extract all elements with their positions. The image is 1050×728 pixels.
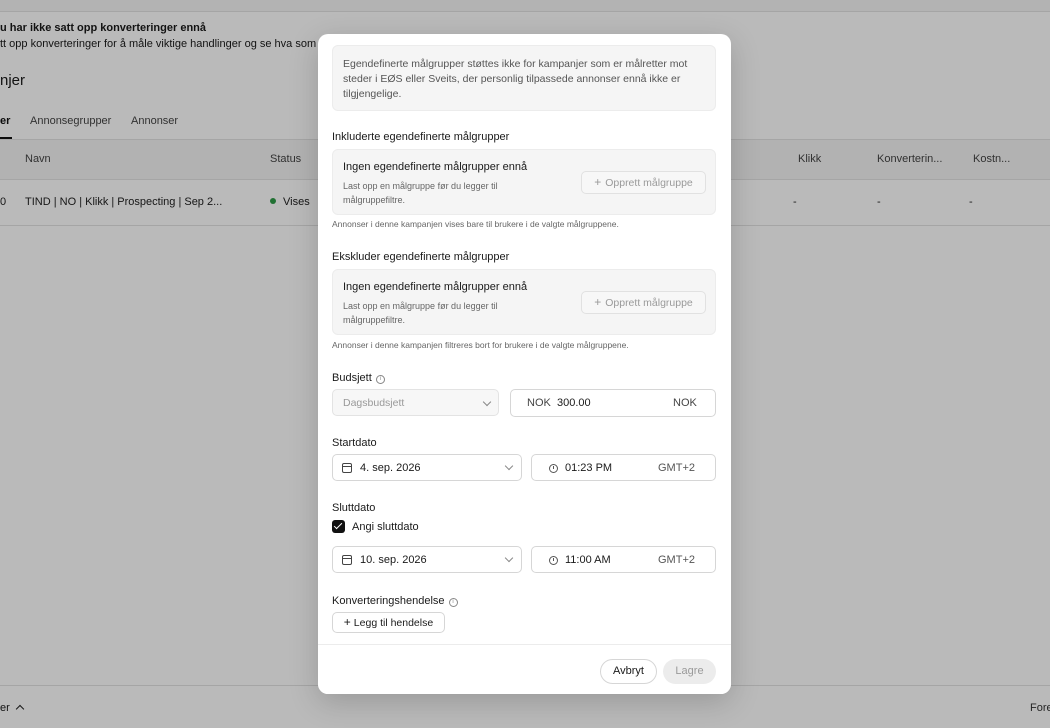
calendar-icon	[342, 463, 352, 473]
budget-amount-field[interactable]: NOK 300.00 NOK	[510, 389, 716, 417]
end-date-label: Sluttdato	[332, 502, 376, 514]
excluded-audiences-hint: Annonser i denne kampanjen filtreres bor…	[332, 340, 629, 350]
start-date-value: 4. sep. 2026	[360, 462, 421, 474]
create-audience-label: Opprett målgruppe	[605, 297, 693, 309]
start-time-value: 01:23 PM	[565, 462, 613, 474]
excluded-empty-title: Ingen egendefinerte målgrupper ennå	[343, 281, 528, 293]
set-end-date-checkbox[interactable]	[332, 520, 345, 533]
dialog-content[interactable]: Egendefinerte målgrupper støttes ikke fo…	[318, 34, 731, 644]
budget-label-text: Budsjett	[332, 372, 372, 384]
add-event-label: Legg til hendelse	[353, 617, 434, 629]
calendar-icon	[342, 555, 352, 565]
cancel-button[interactable]: Avbryt	[600, 659, 657, 684]
plus-icon: +	[594, 295, 602, 309]
currency-prefix: NOK	[527, 397, 551, 409]
chevron-down-icon	[482, 397, 492, 407]
included-audiences-box: Ingen egendefinerte målgrupper ennå Last…	[332, 149, 716, 215]
budget-type-select[interactable]: Dagsbudsjett	[332, 389, 499, 416]
create-audience-label: Opprett målgruppe	[605, 177, 693, 189]
budget-type-value: Dagsbudsjett	[343, 397, 405, 409]
excluded-empty-description: Last opp en målgruppe før du legger til …	[343, 301, 498, 325]
included-audiences-hint: Annonser i denne kampanjen vises bare ti…	[332, 219, 619, 229]
start-time-picker[interactable]: 01:23 PM GMT+2	[531, 454, 716, 481]
create-excluded-audience-button[interactable]: + Opprett målgruppe	[581, 291, 706, 314]
included-audiences-label: Inkluderte egendefinerte målgrupper	[332, 131, 510, 143]
budget-amount-value[interactable]: 300.00	[557, 397, 591, 409]
clock-icon	[549, 464, 558, 473]
clock-icon	[549, 556, 558, 565]
info-icon[interactable]: i	[448, 598, 458, 607]
included-empty-description: Last opp en målgruppe før du legger til …	[343, 181, 498, 205]
plus-icon: +	[343, 615, 351, 629]
excluded-audiences-label: Ekskluder egendefinerte målgrupper	[332, 251, 510, 263]
end-date-value: 10. sep. 2026	[360, 554, 427, 566]
end-time-value: 11:00 AM	[565, 554, 611, 566]
chevron-down-icon	[504, 553, 514, 563]
campaign-settings-dialog: Egendefinerte målgrupper støttes ikke fo…	[318, 34, 731, 694]
start-date-label: Startdato	[332, 437, 377, 449]
info-icon[interactable]: i	[375, 375, 385, 384]
conversion-event-label: Konverteringshendelse i	[332, 595, 458, 607]
chevron-down-icon	[504, 461, 514, 471]
conversion-event-label-text: Konverteringshendelse	[332, 595, 445, 607]
dialog-footer: Avbryt Lagre	[318, 644, 731, 694]
audience-restriction-notice: Egendefinerte målgrupper støttes ikke fo…	[332, 45, 716, 111]
budget-label: Budsjett i	[332, 372, 385, 384]
end-timezone: GMT+2	[658, 554, 695, 566]
end-date-picker[interactable]: 10. sep. 2026	[332, 546, 522, 573]
excluded-audiences-box: Ingen egendefinerte målgrupper ennå Last…	[332, 269, 716, 335]
add-event-button[interactable]: + Legg til hendelse	[332, 612, 445, 633]
start-date-picker[interactable]: 4. sep. 2026	[332, 454, 522, 481]
create-audience-button[interactable]: + Opprett målgruppe	[581, 171, 706, 194]
currency-suffix: NOK	[673, 397, 697, 409]
end-time-picker[interactable]: 11:00 AM GMT+2	[531, 546, 716, 573]
start-timezone: GMT+2	[658, 462, 695, 474]
set-end-date-label[interactable]: Angi sluttdato	[352, 521, 419, 533]
included-empty-title: Ingen egendefinerte målgrupper ennå	[343, 161, 528, 173]
plus-icon: +	[594, 175, 602, 189]
save-button[interactable]: Lagre	[663, 659, 716, 684]
